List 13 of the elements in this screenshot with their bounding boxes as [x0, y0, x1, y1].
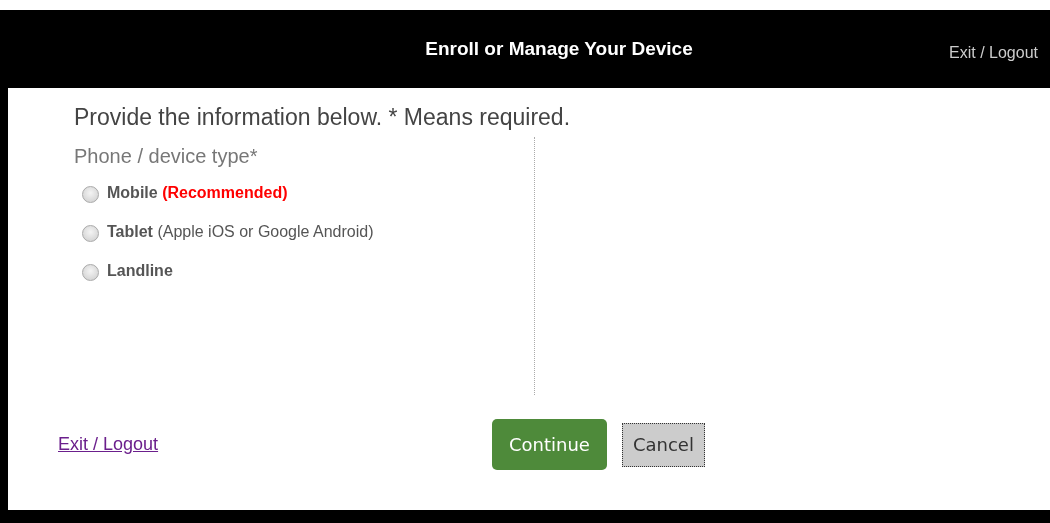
option-label[interactable]: Tablet (Apple iOS or Google Android)	[107, 222, 374, 241]
option-label[interactable]: Mobile (Recommended)	[107, 183, 288, 202]
page-title: Enroll or Manage Your Device	[425, 38, 693, 60]
cancel-button[interactable]: Cancel	[621, 422, 705, 467]
exit-logout-link[interactable]: Exit / Logout	[949, 44, 1038, 62]
option-label[interactable]: Landline	[107, 261, 173, 280]
instructions-text: Provide the information below. * Means required.	[74, 104, 572, 131]
radio-button[interactable]	[82, 186, 99, 203]
radio-button[interactable]	[82, 264, 99, 281]
radio-button[interactable]	[82, 225, 99, 242]
exit-logout-link[interactable]: Exit / Logout	[58, 434, 492, 455]
field-label: Phone / device type*	[74, 145, 259, 168]
continue-button[interactable]: Continue	[492, 419, 607, 470]
